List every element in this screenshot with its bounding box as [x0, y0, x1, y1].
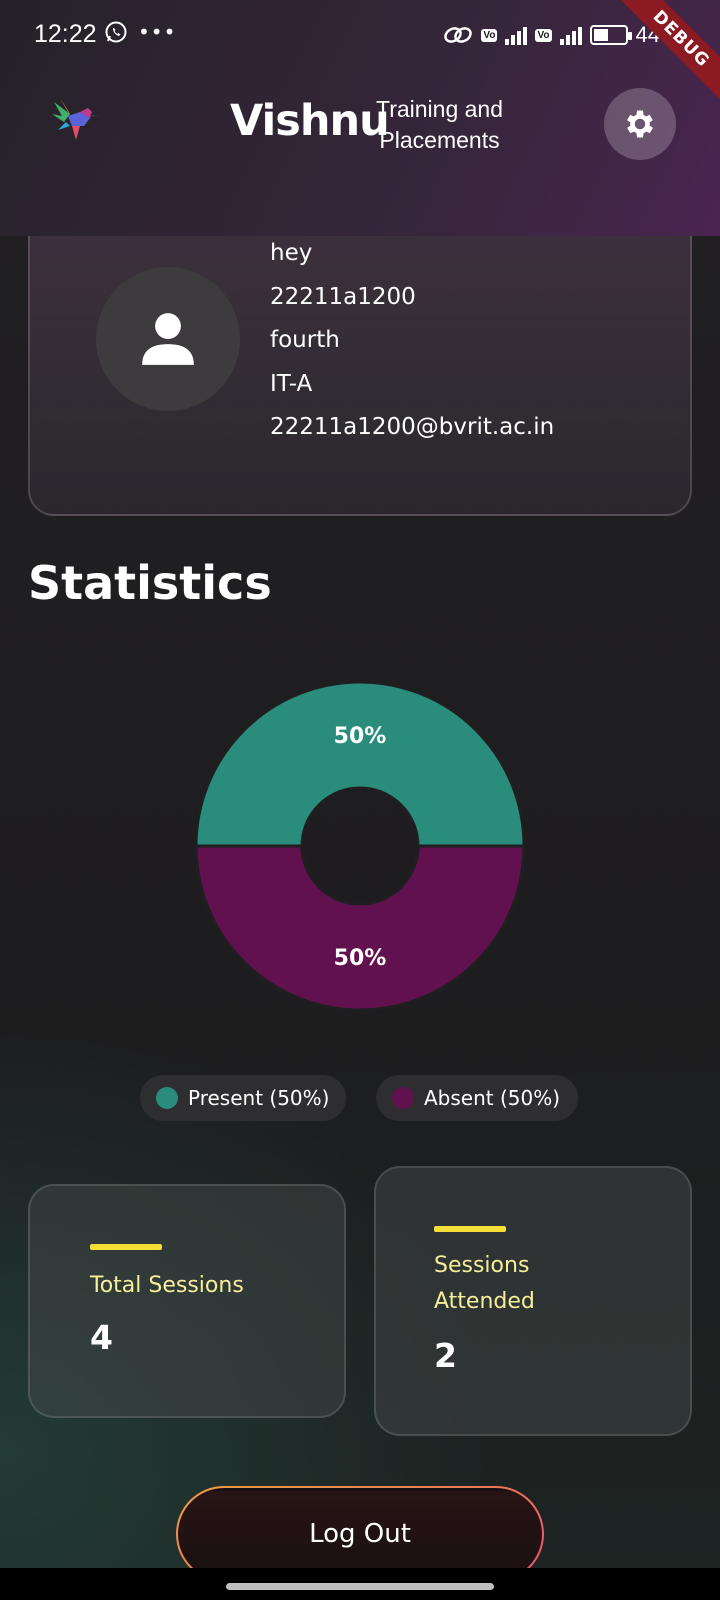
donut-slice-present	[194, 680, 526, 848]
signal-icon-2	[559, 25, 582, 45]
brand-name: Vishnu	[230, 96, 390, 146]
attendance-donut-chart: 50% 50%	[194, 680, 526, 1012]
settings-button[interactable]	[604, 88, 676, 160]
sessions-attended-label-line1: Sessions	[434, 1253, 530, 1278]
legend-dot-absent	[392, 1087, 414, 1109]
signal-icon	[505, 25, 528, 45]
legend-present: Present (50%)	[140, 1075, 346, 1121]
battery-icon	[589, 25, 632, 45]
legend-dot-present	[156, 1087, 178, 1109]
avatar	[96, 267, 240, 411]
sessions-attended-label: Sessions Attended	[434, 1248, 535, 1320]
status-notification-icons: •••	[104, 20, 176, 44]
brand-subtitle-line2: Placements	[379, 127, 500, 153]
profile-email: 22211a1200@bvrit.ac.in	[270, 414, 555, 440]
legend-label-present: Present (50%)	[188, 1086, 330, 1110]
donut-label-absent: 50%	[334, 946, 387, 971]
sessions-attended-card: Sessions Attended 2	[374, 1166, 692, 1436]
profile-section: IT-A	[270, 370, 313, 397]
status-bar: 12:22 ••• Vo Vo 44	[0, 0, 720, 70]
total-sessions-accent	[90, 1244, 162, 1250]
status-time: 12:22	[34, 20, 97, 48]
hummingbird-logo	[52, 98, 100, 140]
app-header: 12:22 ••• Vo Vo 44 DEBUG Vishnu Training…	[0, 0, 720, 236]
donut-label-present: 50%	[334, 724, 387, 749]
logout-button[interactable]: Log Out	[178, 1488, 542, 1580]
legend-label-absent: Absent (50%)	[424, 1086, 561, 1110]
statistics-title: Statistics	[28, 556, 272, 610]
total-sessions-card: Total Sessions 4	[28, 1184, 346, 1418]
home-indicator[interactable]	[226, 1583, 494, 1590]
sessions-attended-accent	[434, 1226, 506, 1232]
brand-subtitle-line1: Training and	[376, 96, 504, 122]
profile-name: hey	[270, 240, 313, 266]
link-icon	[444, 27, 473, 43]
total-sessions-value: 4	[90, 1318, 113, 1357]
brand-subtitle: Training and Placements	[376, 94, 503, 156]
sessions-attended-value: 2	[434, 1336, 457, 1375]
total-sessions-label: Total Sessions	[90, 1273, 244, 1298]
donut-slice-absent	[194, 844, 526, 1012]
person-icon	[142, 313, 194, 365]
profile-year: fourth	[270, 327, 340, 353]
status-system-icons: Vo Vo 44	[443, 22, 660, 48]
volte-lte-icon: Vo	[535, 28, 552, 42]
gear-icon	[627, 110, 653, 138]
more-notifications-icon: •••	[138, 20, 177, 44]
volte-icon: Vo	[481, 28, 498, 42]
profile-roll-number: 22211a1200	[270, 283, 416, 310]
whatsapp-icon	[105, 21, 127, 43]
legend-absent: Absent (50%)	[376, 1075, 578, 1121]
sessions-attended-label-line2: Attended	[434, 1289, 535, 1314]
profile-info: hey 22211a1200 fourth IT-A 22211a1200@bv…	[270, 232, 554, 450]
